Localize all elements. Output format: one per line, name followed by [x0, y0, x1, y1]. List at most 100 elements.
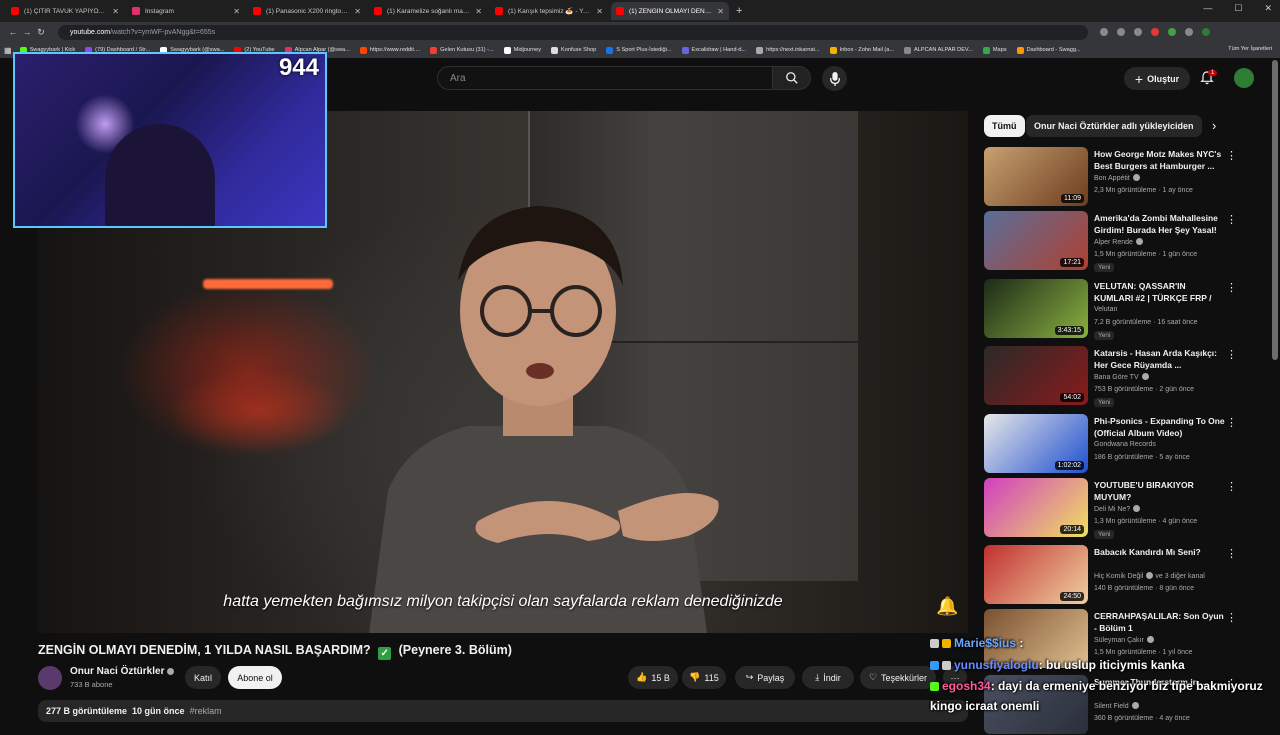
more-vert-icon[interactable]: ⋮ [1226, 348, 1237, 361]
recommendation-title[interactable]: Katarsis - Hasan Arda Kaşıkçı: Her Gece … [1094, 347, 1226, 371]
puzzle-icon[interactable] [1185, 28, 1193, 36]
browser-tab[interactable]: (1) ÇITIR TAVUK YAPIYORUZ 🍗✕ [6, 2, 124, 20]
hashtag-link[interactable]: #reklam [190, 706, 222, 716]
forward-icon[interactable]: → [20, 27, 34, 37]
tab-close-icon[interactable]: ✕ [596, 7, 603, 16]
search-input[interactable]: Ara [437, 66, 773, 90]
chevron-right-icon[interactable]: › [1212, 118, 1216, 133]
more-vert-icon[interactable]: ⋮ [1226, 416, 1237, 429]
bookmark-item[interactable]: Midjourney [503, 46, 541, 54]
extension-icon[interactable] [1168, 28, 1176, 36]
channel-bell-watermark-icon[interactable]: 🔔 [936, 596, 958, 617]
tab-close-icon[interactable]: ✕ [233, 7, 240, 16]
more-vert-icon[interactable]: ⋮ [1226, 213, 1237, 226]
bookmark-item[interactable]: S Sport Plus-İstediği... [606, 46, 672, 54]
recommendation-title[interactable]: Phi-Psonics - Expanding To One (Official… [1094, 415, 1226, 439]
new-tab-button[interactable]: + [736, 5, 742, 17]
account-avatar[interactable] [1234, 68, 1254, 88]
recommendation-channel[interactable]: Alper Rende [1094, 238, 1143, 246]
browser-tab[interactable]: (1) Karamelize soğanlı makarna ✕ [369, 2, 487, 20]
video-thumbnail[interactable]: 20:14 [984, 478, 1088, 537]
profile-icon[interactable] [1202, 28, 1210, 36]
bookmark-star-icon[interactable] [1134, 28, 1142, 36]
recommendation-item[interactable]: 20:14 YOUTUBE'U BIRAKIYOR MUYUM? Deli Mi N… [984, 478, 1244, 539]
share-button[interactable]: ↪ Paylaş [735, 666, 795, 689]
thanks-button[interactable]: ♡ Teşekkürler [860, 666, 936, 689]
recommendation-title[interactable]: CERRAHPAŞALILAR: Son Oyun - Bölüm 1 [1094, 610, 1226, 634]
bookmark-item[interactable]: Dashboard - Swagg... [1016, 46, 1081, 54]
all-bookmarks-link[interactable]: Tüm Yer İşaretleri [1228, 46, 1272, 52]
more-vert-icon[interactable]: ⋮ [1226, 611, 1237, 624]
dislike-button[interactable]: 👎 115 [682, 666, 726, 689]
like-button[interactable]: 👍 15 B [628, 666, 678, 689]
bookmark-item[interactable]: Konfuse Shop [551, 46, 596, 54]
bookmark-item[interactable]: Gelen Kutusu (31) -... [430, 46, 494, 54]
apps-icon[interactable]: ▦ [4, 46, 12, 55]
bookmark-item[interactable]: https://www.reddit.... [359, 46, 420, 54]
close-window-icon[interactable]: ✕ [1264, 3, 1272, 14]
search-button[interactable] [773, 66, 811, 90]
bookmark-item[interactable]: Inbox - Zoho Mail (a... [829, 46, 894, 54]
channel-name[interactable]: Onur Naci Öztürkler [70, 666, 175, 677]
recommendation-channel[interactable]: Deli Mi Ne? [1094, 505, 1141, 513]
recommendation-channel[interactable]: Bon Appétit [1094, 174, 1140, 182]
bookmark-item[interactable]: Excalidraw | Hand-d... [681, 46, 746, 54]
recommendation-title[interactable]: YOUTUBE'U BIRAKIYOR MUYUM? [1094, 479, 1226, 503]
chip-all[interactable]: Tümü [984, 115, 1025, 137]
reload-icon[interactable]: ↻ [34, 27, 48, 38]
tab-close-icon[interactable]: ✕ [112, 7, 119, 16]
browser-tab[interactable]: (1) Panasonic X200 ringtones - ✕ [248, 2, 366, 20]
channel-avatar[interactable] [38, 666, 62, 690]
more-vert-icon[interactable]: ⋮ [1226, 480, 1237, 493]
browser-tab[interactable]: (1) Karışık tepsimiz 🍝 - YouTube ✕ [490, 2, 608, 20]
bookmark-item[interactable]: ALPCAN ALPAR DEV... [904, 46, 973, 54]
page-scrollbar[interactable] [1272, 60, 1278, 360]
minimize-icon[interactable]: — [1203, 3, 1212, 14]
extension-icon[interactable] [1151, 28, 1159, 36]
recommendation-channel[interactable]: Hiç Komik Değil ve 3 diğer kanal [1094, 572, 1205, 580]
create-label: Oluştur [1147, 73, 1180, 84]
recommendation-channel[interactable]: Velutan [1094, 306, 1117, 313]
maximize-icon[interactable]: ☐ [1234, 3, 1242, 14]
description-box[interactable]: 277 B görüntüleme 10 gün önce #reklam [38, 700, 968, 722]
recommendation-title[interactable]: VELUTAN: QASSAR'IN KUMLARI #2 | TÜRKÇE F… [1094, 280, 1226, 305]
tab-close-icon[interactable]: ✕ [354, 7, 361, 16]
recommendation-channel[interactable]: Bana Göre TV [1094, 373, 1149, 381]
video-thumbnail[interactable]: 24:50 [984, 545, 1088, 604]
recommendation-title[interactable]: Babacık Kandırdı Mı Seni? [1094, 546, 1226, 558]
tab-close-icon[interactable]: ✕ [475, 7, 482, 16]
video-thumbnail[interactable]: 17:21 [984, 211, 1088, 270]
recommendation-channel[interactable]: Gondwana Records [1094, 441, 1156, 448]
recommendation-title[interactable]: How George Motz Makes NYC's Best Burgers… [1094, 148, 1226, 172]
video-thumbnail[interactable]: 3:43:15 [984, 279, 1088, 338]
recommendation-item[interactable]: 3:43:15 VELUTAN: QASSAR'IN KUMLARI #2 | T… [984, 279, 1244, 340]
recommendation-item[interactable]: 54:02 Katarsis - Hasan Arda Kaşıkçı: Her … [984, 346, 1244, 407]
subscribe-button[interactable]: Abone ol [228, 666, 282, 689]
recommendation-item[interactable]: 1:02:02 Phi-Psonics - Expanding To One (O… [984, 414, 1244, 474]
more-vert-icon[interactable]: ⋮ [1226, 281, 1237, 294]
bookmark-item[interactable]: https://next.inkarnat... [756, 46, 820, 54]
zoom-icon[interactable] [1117, 28, 1125, 36]
more-vert-icon[interactable]: ⋮ [1226, 149, 1237, 162]
video-thumbnail[interactable]: 54:02 [984, 346, 1088, 405]
create-button[interactable]: + Oluştur [1124, 67, 1190, 90]
voice-search-button[interactable] [822, 66, 847, 91]
url-input[interactable]: youtube.com/watch?v=ymWF-pvANgg&t=655s [58, 24, 1088, 40]
bookmark-item[interactable]: Maps [982, 46, 1007, 54]
cast-icon[interactable] [1100, 28, 1108, 36]
download-button[interactable]: ⤓ İndir [802, 666, 854, 689]
recommendation-title[interactable]: Amerika'da Zombi Mahallesine Girdim! Bur… [1094, 212, 1226, 237]
video-thumbnail[interactable]: 11:09 [984, 147, 1088, 206]
recommendation-item[interactable]: 11:09 How George Motz Makes NYC's Best Bu… [984, 147, 1244, 207]
recommendation-item[interactable]: 17:21 Amerika'da Zombi Mahallesine Girdim… [984, 211, 1244, 272]
browser-tab[interactable]: (1) ZENGİN OLMAYI DENED ✕ [611, 2, 729, 20]
more-vert-icon[interactable]: ⋮ [1226, 547, 1237, 560]
red-lamp [203, 279, 333, 289]
recommendation-item[interactable]: 24:50 Babacık Kandırdı Mı Seni? Hiç Komik … [984, 545, 1244, 605]
join-button[interactable]: Katıl [185, 666, 221, 689]
tab-close-icon[interactable]: ✕ [717, 7, 724, 16]
video-thumbnail[interactable]: 1:02:02 [984, 414, 1088, 473]
chip-from-uploader[interactable]: Onur Naci Öztürkler adlı yükleyiciden [1026, 115, 1202, 137]
back-icon[interactable]: ← [6, 27, 20, 37]
browser-tab[interactable]: Instagram ✕ [127, 2, 245, 20]
